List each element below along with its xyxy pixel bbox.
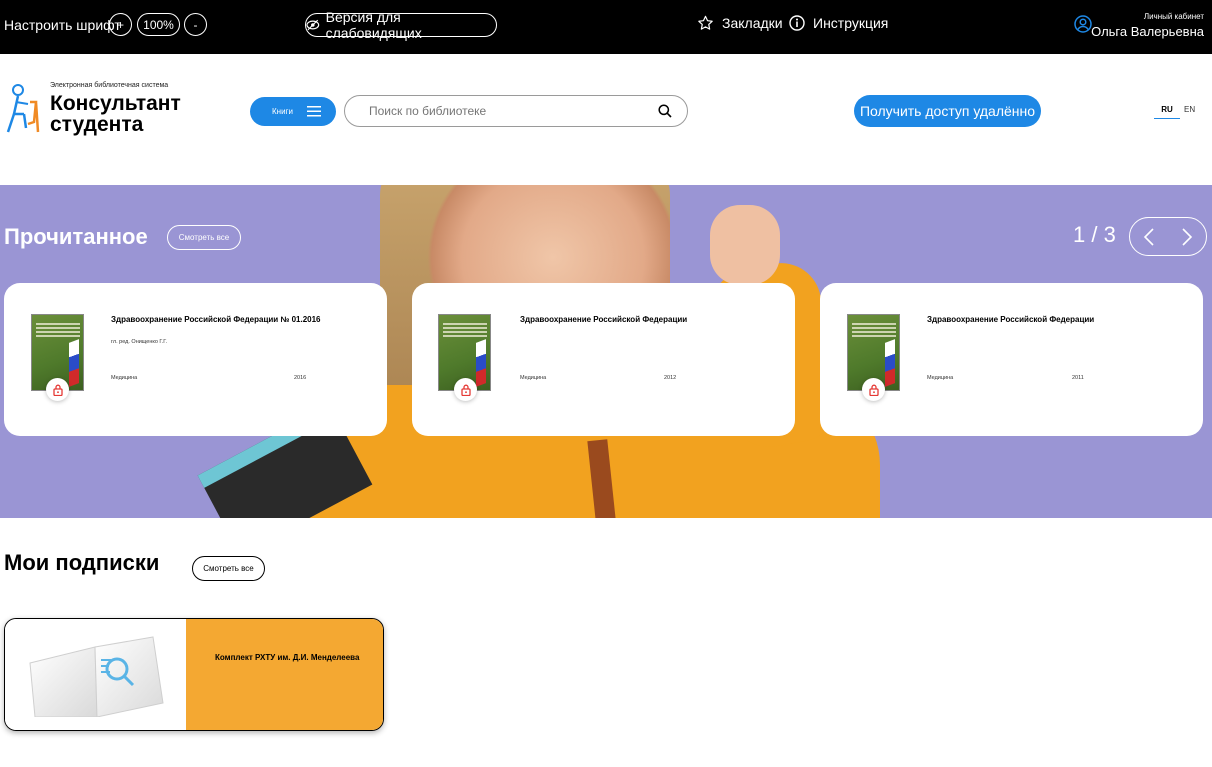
info-icon — [789, 15, 805, 31]
carousel-page-indicator: 1 / 3 — [1073, 222, 1116, 247]
lang-en-tab[interactable]: EN — [1184, 105, 1195, 114]
low-vision-version-button[interactable]: Версия для слабовидящих — [305, 9, 497, 41]
top-bar: Настроить шрифт + 100% - Версия для слаб… — [0, 0, 1212, 54]
low-vision-version-label: Версия для слабовидящих — [325, 9, 422, 41]
carousel-pager — [1129, 217, 1207, 256]
cabinet-label[interactable]: Личный кабинет — [1144, 12, 1204, 21]
recently-read-see-all-button[interactable]: Смотреть все — [167, 225, 241, 250]
book-author: гл. ред. Онищенко Г.Г. — [111, 339, 168, 345]
book-title[interactable]: Здравоохранение Российской Федерации — [927, 315, 1187, 324]
lang-ru-tab[interactable]: RU — [1154, 105, 1180, 119]
remote-access-button[interactable]: Получить доступ удалённо — [854, 95, 1041, 127]
search-input[interactable] — [344, 95, 688, 127]
lock-icon — [52, 384, 63, 396]
book-card[interactable]: Здравоохранение Российской Федерации Мед… — [820, 283, 1203, 436]
chevron-left-icon[interactable] — [1143, 227, 1155, 246]
hero-image-fist — [710, 205, 780, 285]
open-book-icon — [29, 636, 164, 717]
book-year: 2011 — [1072, 375, 1084, 381]
subscriptions-title: Мои подписки — [4, 550, 160, 575]
lock-icon — [868, 384, 879, 396]
subscription-name[interactable]: Комплект РХТУ им. Д.И. Менделеева — [215, 653, 359, 662]
books-menu-button[interactable]: Книги — [250, 97, 336, 126]
book-card[interactable]: Здравоохранение Российской Федерации Мед… — [412, 283, 795, 436]
book-category: Медицина — [111, 375, 138, 381]
book-title[interactable]: Здравоохранение Российской Федерации № 0… — [111, 315, 371, 324]
instructions-label: Инструкция — [813, 15, 889, 31]
books-menu-label: Книги — [272, 107, 293, 116]
lock-icon — [460, 384, 471, 396]
font-settings-label: Настроить шрифт — [4, 17, 121, 33]
bookmarks-label: Закладки — [722, 15, 783, 31]
bookmarks-link[interactable]: Закладки — [697, 15, 783, 31]
subscription-info: Комплект РХТУ им. Д.И. Менделеева — [186, 619, 383, 730]
logo-title[interactable]: Консультант студента — [50, 93, 210, 135]
user-name[interactable]: Ольга Валерьевна — [1091, 24, 1204, 39]
subscriptions-see-all-button[interactable]: Смотреть все — [192, 556, 265, 581]
recently-read-title: Прочитанное — [4, 224, 148, 249]
font-zoom-value: 100% — [137, 13, 180, 36]
subscription-image — [5, 619, 186, 730]
hamburger-icon — [306, 106, 321, 117]
book-year: 2016 — [294, 375, 307, 381]
subscription-card[interactable]: Комплект РХТУ им. Д.И. Менделеева — [4, 618, 384, 731]
book-category: Медицина — [520, 375, 547, 381]
book-year: 2012 — [664, 375, 677, 381]
lock-badge — [862, 378, 885, 401]
instructions-link[interactable]: Инструкция — [789, 15, 888, 31]
logo-icon[interactable] — [4, 82, 44, 138]
font-decrease-button[interactable]: - — [184, 13, 207, 36]
lock-badge — [454, 378, 477, 401]
font-increase-button[interactable]: + — [109, 13, 132, 36]
lock-badge — [46, 378, 69, 401]
logo-subtitle: Электронная библиотечная система — [50, 82, 169, 89]
user-icon[interactable] — [1074, 15, 1092, 33]
star-icon — [698, 15, 713, 30]
search-icon[interactable] — [658, 104, 672, 118]
chevron-right-icon[interactable] — [1181, 227, 1193, 246]
book-card[interactable]: Здравоохранение Российской Федерации № 0… — [4, 283, 387, 436]
book-category: Медицина — [927, 375, 954, 381]
book-title[interactable]: Здравоохранение Российской Федерации — [520, 315, 780, 324]
eye-icon — [306, 19, 320, 31]
